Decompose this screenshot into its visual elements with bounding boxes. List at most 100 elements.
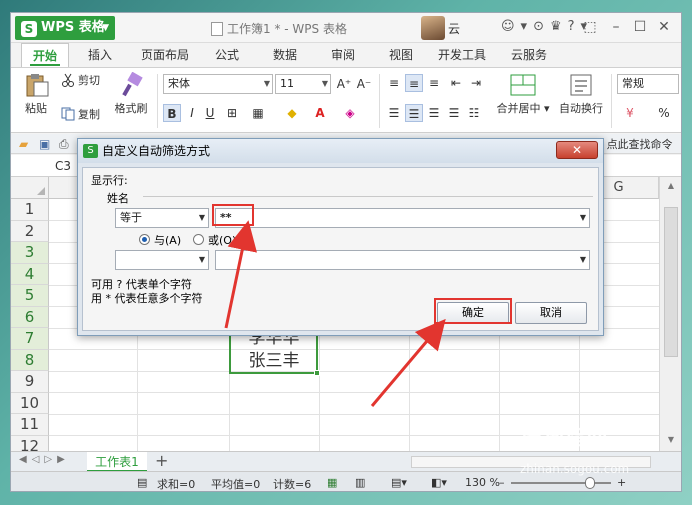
- zoom-slider-knob[interactable]: [585, 477, 595, 489]
- sheet-nav-icons[interactable]: ◀◁▷▶: [19, 454, 70, 465]
- find-command-box[interactable]: ⚲ 点此查找命令: [595, 136, 673, 152]
- normal-view-icon[interactable]: ▦: [327, 476, 337, 489]
- distributed-icon[interactable]: ☷: [465, 104, 483, 122]
- chevron-down-icon: ▼: [102, 23, 109, 33]
- tab-data[interactable]: 数据: [263, 43, 307, 67]
- increase-font-icon[interactable]: A⁺: [335, 75, 353, 93]
- row-header[interactable]: 1: [11, 199, 49, 221]
- underline-button[interactable]: U: [201, 104, 219, 122]
- add-sheet-icon[interactable]: +: [155, 451, 168, 470]
- scroll-thumb[interactable]: [664, 207, 678, 357]
- row-header[interactable]: 6: [11, 306, 49, 328]
- font-size-select[interactable]: 11 ▼: [275, 74, 331, 94]
- fill-handle[interactable]: [314, 370, 320, 376]
- wrap-text-button[interactable]: 自动换行: [555, 72, 607, 116]
- row-header[interactable]: 11: [11, 414, 49, 436]
- row-header[interactable]: 2: [11, 220, 49, 242]
- italic-button[interactable]: I: [183, 104, 201, 122]
- row-header[interactable]: 8: [11, 349, 49, 371]
- clear-format-icon[interactable]: ◈: [341, 104, 359, 122]
- row-header[interactable]: 3: [11, 242, 49, 264]
- ribbon-tabs: 开始 插入 页面布局 公式 数据 审阅 视图 开发工具 云服务: [11, 43, 681, 67]
- page-layout-view-icon[interactable]: ▥: [355, 476, 365, 489]
- tab-cloud[interactable]: 云服务: [501, 43, 557, 67]
- condition1-operator-select[interactable]: 等于 ▼: [115, 208, 209, 228]
- justify-icon[interactable]: ☰: [445, 104, 463, 122]
- avatar[interactable]: [421, 16, 445, 40]
- zoom-in-icon[interactable]: +: [617, 476, 626, 489]
- fill-color-icon[interactable]: ◆: [283, 104, 301, 122]
- hint-multi-char: 用 * 代表任意多个字符: [91, 292, 203, 305]
- maximize-icon[interactable]: ☐: [629, 17, 651, 39]
- user-name[interactable]: 云: [448, 20, 460, 37]
- borders-icon[interactable]: ⊞: [223, 104, 241, 122]
- paste-button[interactable]: 粘贴: [21, 72, 51, 116]
- percent-button[interactable]: %: [655, 104, 673, 122]
- save-icon[interactable]: ▣: [39, 137, 53, 151]
- close-icon[interactable]: ✕: [653, 17, 675, 39]
- chevron-down-icon: ▼: [321, 79, 328, 88]
- tab-home[interactable]: 开始: [21, 43, 69, 67]
- ribbon-separator: [611, 74, 612, 128]
- select-all-corner[interactable]: [11, 177, 49, 199]
- dialog-title-bar: S 自定义自动筛选方式 ✕: [78, 139, 603, 163]
- indent-increase-icon[interactable]: ⇥: [467, 74, 485, 92]
- vertical-scrollbar[interactable]: ▲ ▼: [659, 177, 681, 451]
- tab-review[interactable]: 审阅: [321, 43, 365, 67]
- currency-icon[interactable]: ¥: [621, 104, 639, 122]
- align-left-icon[interactable]: ☰: [385, 104, 403, 122]
- document-title: 工作簿1 * - WPS 表格: [211, 20, 347, 37]
- row-header[interactable]: 7: [11, 328, 49, 350]
- number-format-select[interactable]: 常规: [617, 74, 679, 94]
- scroll-up-icon[interactable]: ▲: [660, 181, 681, 190]
- zoom-level[interactable]: 130 %: [465, 476, 500, 489]
- row-header[interactable]: 4: [11, 263, 49, 285]
- tab-developer[interactable]: 开发工具: [431, 43, 493, 67]
- format-painter-button[interactable]: 格式刷: [111, 71, 151, 116]
- align-middle-icon[interactable]: ≡: [405, 74, 423, 92]
- bold-button[interactable]: B: [163, 104, 181, 122]
- dialog-close-button[interactable]: ✕: [556, 141, 598, 159]
- cancel-button[interactable]: 取消: [515, 302, 587, 324]
- restore-ribbon-icon[interactable]: ⬚: [579, 17, 601, 39]
- tab-formulas[interactable]: 公式: [205, 43, 249, 67]
- zoom-slider[interactable]: [511, 482, 611, 484]
- condition1-value-input[interactable]: ** ▼: [215, 208, 590, 228]
- decrease-font-icon[interactable]: A⁻: [355, 75, 373, 93]
- page-break-view-icon[interactable]: ▤▾: [391, 476, 407, 489]
- align-bottom-icon[interactable]: ≡: [425, 74, 443, 92]
- tab-page-layout[interactable]: 页面布局: [133, 43, 197, 67]
- condition2-value-input[interactable]: ▼: [215, 250, 590, 270]
- zoom-out-icon[interactable]: –: [499, 476, 505, 489]
- sheet-tab-active[interactable]: 工作表1: [87, 452, 147, 472]
- row-header[interactable]: 5: [11, 285, 49, 307]
- print-preview-icon[interactable]: ⎙: [59, 137, 73, 151]
- align-right-icon[interactable]: ☰: [425, 104, 443, 122]
- ribbon-separator: [379, 74, 380, 128]
- font-name-select[interactable]: 宋体 ▼: [163, 74, 273, 94]
- cell-fill-pattern-icon[interactable]: ▦: [249, 104, 267, 122]
- ribbon-home: 粘贴 剪切 复制 格式刷 宋体 ▼ 11 ▼ A⁺ A⁻ B I U ⊞ ▦ ◆…: [11, 67, 681, 133]
- row-header[interactable]: 10: [11, 392, 49, 414]
- merge-center-button[interactable]: 合并居中 ▾: [493, 72, 553, 116]
- row-header[interactable]: 12: [11, 435, 49, 451]
- app-menu-button[interactable]: S WPS 表格 ▼: [15, 16, 115, 40]
- watermark-brand: 搜狗指南: [520, 426, 609, 451]
- tab-insert[interactable]: 插入: [77, 43, 123, 67]
- and-radio[interactable]: [139, 234, 150, 245]
- indent-decrease-icon[interactable]: ⇤: [447, 74, 465, 92]
- minimize-icon[interactable]: –: [605, 17, 627, 39]
- or-radio[interactable]: [193, 234, 204, 245]
- align-top-icon[interactable]: ≡: [385, 74, 403, 92]
- font-color-icon[interactable]: A: [311, 104, 329, 122]
- copy-button[interactable]: 复制: [61, 106, 100, 124]
- tab-view[interactable]: 视图: [379, 43, 423, 67]
- macro-icon[interactable]: ▤: [137, 476, 147, 489]
- align-center-icon[interactable]: ☰: [405, 104, 423, 122]
- scroll-down-icon[interactable]: ▼: [660, 435, 681, 444]
- condition2-operator-select[interactable]: ▼: [115, 250, 209, 270]
- cut-button[interactable]: 剪切: [61, 72, 100, 90]
- open-folder-icon[interactable]: ▰: [19, 137, 33, 151]
- row-header[interactable]: 9: [11, 371, 49, 393]
- reading-mode-icon[interactable]: ◧▾: [431, 476, 447, 489]
